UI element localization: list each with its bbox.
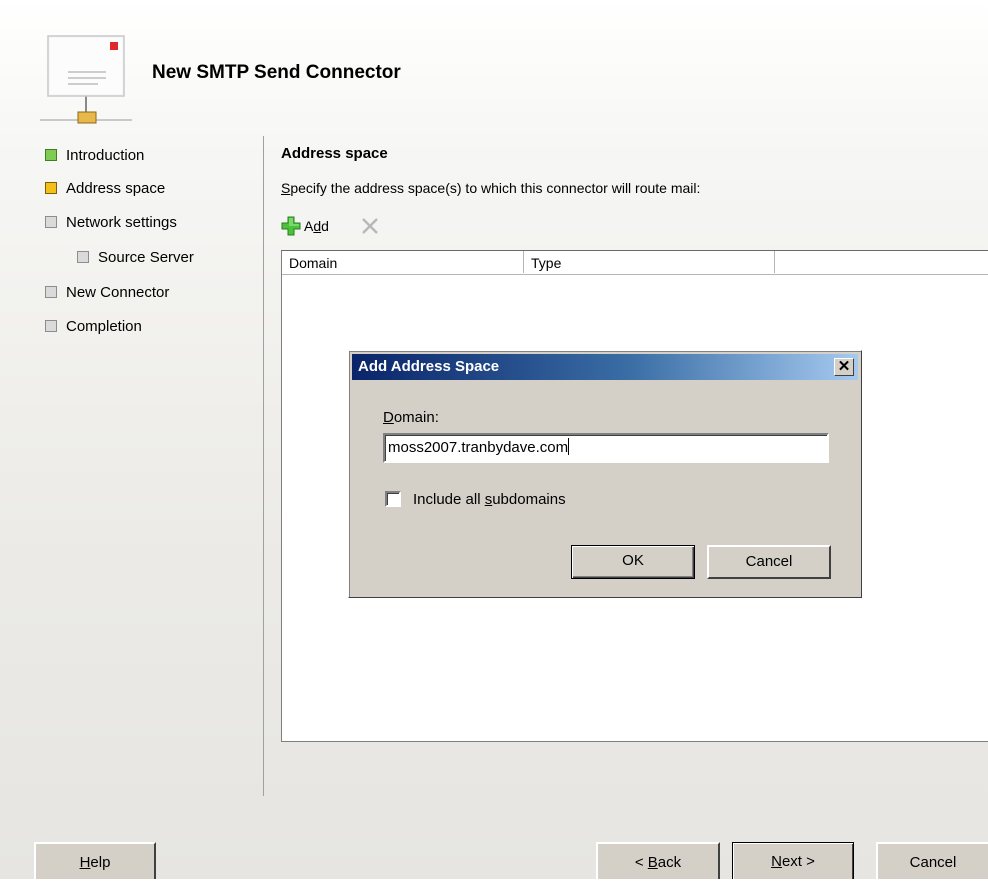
nav-item-label: New Connector xyxy=(66,283,170,301)
nav-item-address-space[interactable]: Address space xyxy=(45,178,165,198)
instruction-text: Specify the address space(s) to which th… xyxy=(281,180,701,196)
step-pending-icon xyxy=(45,320,57,332)
nav-item-label: Network settings xyxy=(66,213,177,231)
text-caret xyxy=(568,438,570,455)
back-button[interactable]: < Back xyxy=(596,842,720,879)
green-plus-icon xyxy=(280,215,302,237)
nav-item-label: Source Server xyxy=(98,248,194,266)
add-button[interactable]: Add xyxy=(280,214,329,238)
nav-item-source-server[interactable]: Source Server xyxy=(77,247,194,267)
nav-item-introduction[interactable]: Introduction xyxy=(45,145,144,165)
dialog-title-bar[interactable]: Add Address Space ✕ xyxy=(352,354,858,380)
section-title: Address space xyxy=(281,145,388,162)
nav-item-network-settings[interactable]: Network settings xyxy=(45,212,177,232)
cancel-button[interactable]: Cancel xyxy=(876,842,988,879)
column-header-empty[interactable] xyxy=(775,251,988,273)
add-button-label: Add xyxy=(304,218,329,234)
step-pending-icon xyxy=(45,216,57,228)
dialog-title: Add Address Space xyxy=(358,358,500,375)
close-button[interactable]: ✕ xyxy=(834,358,854,376)
step-pending-icon xyxy=(45,286,57,298)
list-header: Domain Type xyxy=(282,251,988,275)
nav-divider xyxy=(263,136,264,796)
column-header-type[interactable]: Type xyxy=(524,251,775,273)
smtp-connector-icon xyxy=(40,34,132,130)
add-address-space-dialog: Add Address Space ✕ Domain: moss2007.tra… xyxy=(348,350,862,598)
step-complete-icon xyxy=(45,149,57,161)
nav-item-label: Introduction xyxy=(66,146,145,164)
nav-item-completion[interactable]: Completion xyxy=(45,316,142,336)
domain-label: Domain: xyxy=(383,409,439,426)
remove-button[interactable] xyxy=(358,214,382,238)
domain-input[interactable]: moss2007.tranbydave.com xyxy=(383,433,829,463)
close-icon: ✕ xyxy=(837,358,851,375)
column-header-domain[interactable]: Domain xyxy=(282,251,524,273)
next-button[interactable]: Next > xyxy=(732,842,854,879)
step-pending-icon xyxy=(77,251,89,263)
help-button[interactable]: Help xyxy=(34,842,156,879)
dialog-cancel-button[interactable]: Cancel xyxy=(707,545,831,579)
include-subdomains-checkbox[interactable] xyxy=(385,491,401,507)
include-subdomains-label[interactable]: Include all subdomains xyxy=(413,491,566,508)
nav-item-new-connector[interactable]: New Connector xyxy=(45,282,169,302)
nav-item-label: Completion xyxy=(66,317,142,335)
gray-x-icon xyxy=(362,218,378,234)
step-current-icon xyxy=(45,182,57,194)
ok-button[interactable]: OK xyxy=(571,545,695,579)
nav-item-label: Address space xyxy=(66,179,166,197)
page-title: New SMTP Send Connector xyxy=(152,62,401,83)
